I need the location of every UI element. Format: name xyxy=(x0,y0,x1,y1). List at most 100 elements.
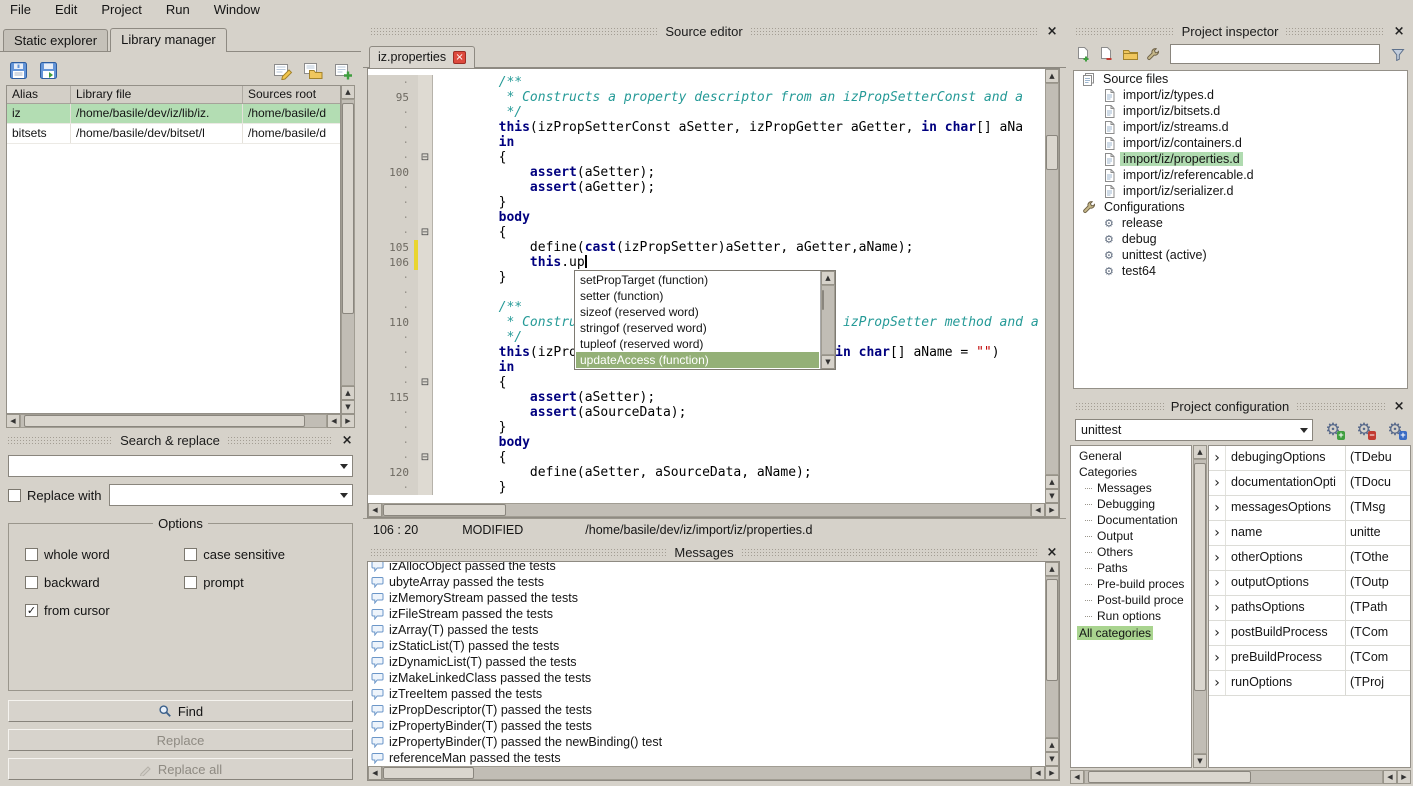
close-icon[interactable]: × xyxy=(1392,24,1406,39)
column-header[interactable]: Alias xyxy=(7,86,71,103)
tab-library-manager[interactable]: Library manager xyxy=(110,28,227,52)
expand-icon[interactable]: › xyxy=(1209,446,1226,470)
add-source-button[interactable] xyxy=(1074,45,1093,64)
add-folder-button[interactable] xyxy=(1120,45,1139,64)
message-item[interactable]: izTreeItem passed the tests xyxy=(371,686,1045,702)
property-value[interactable]: (TProj xyxy=(1346,671,1410,695)
column-header[interactable]: Library file xyxy=(71,86,243,103)
category-item[interactable]: Others xyxy=(1071,544,1191,560)
tree-item[interactable]: import/iz/containers.d xyxy=(1074,135,1407,151)
tree-item[interactable]: ⚙unittest (active) xyxy=(1074,247,1407,263)
project-tools-button[interactable] xyxy=(1143,45,1162,64)
fold-marker[interactable]: ⊟ xyxy=(418,375,433,390)
inspector-filter-input[interactable] xyxy=(1170,44,1380,64)
completion-item[interactable]: tupleof (reserved word) xyxy=(576,336,819,352)
close-icon[interactable]: × xyxy=(1392,399,1406,414)
property-value[interactable]: (TOthe xyxy=(1346,546,1410,570)
tree-item[interactable]: import/iz/properties.d xyxy=(1074,151,1407,167)
message-item[interactable]: izPropDescriptor(T) passed the tests xyxy=(371,702,1045,718)
option-whole-word[interactable]: whole word xyxy=(25,547,184,562)
message-item[interactable]: izMakeLinkedClass passed the tests xyxy=(371,670,1045,686)
library-row[interactable]: iz/home/basile/dev/iz/lib/iz./home/basil… xyxy=(7,104,340,124)
option-from-cursor[interactable]: ✓from cursor xyxy=(25,603,184,618)
filter-icon[interactable] xyxy=(1388,45,1407,64)
option-backward[interactable]: backward xyxy=(25,575,184,590)
property-value[interactable]: unitte xyxy=(1346,521,1410,545)
completion-item[interactable]: setPropTarget (function) xyxy=(576,272,819,288)
property-value[interactable]: (TPath xyxy=(1346,596,1410,620)
category-item[interactable]: Categories xyxy=(1071,464,1191,480)
save-libraries-button[interactable] xyxy=(6,58,30,82)
configuration-hscrollbar[interactable]: ◀ ◀ ▶ xyxy=(1070,770,1411,784)
combo-arrow-icon[interactable] xyxy=(1296,423,1312,437)
completion-item[interactable]: updateAccess (function) xyxy=(576,352,819,368)
code-editor[interactable]: · /**95 * Constructs a property descript… xyxy=(367,68,1060,518)
library-row[interactable]: bitsets/home/basile/dev/bitset/l/home/ba… xyxy=(7,124,340,144)
message-item[interactable]: izStaticList(T) passed the tests xyxy=(371,638,1045,654)
messages-hscrollbar[interactable]: ◀ ◀ ▶ xyxy=(368,766,1059,780)
close-icon[interactable]: × xyxy=(1045,24,1059,39)
property-value[interactable]: (TOutp xyxy=(1346,571,1410,595)
editor-vscrollbar[interactable]: ▲ ▲ ▼ xyxy=(1045,69,1059,503)
category-item[interactable]: Pre-build proces xyxy=(1071,576,1191,592)
completion-item[interactable]: setter (function) xyxy=(576,288,819,304)
editor-hscrollbar[interactable]: ◀ ◀ ▶ xyxy=(368,503,1059,517)
category-item[interactable]: Output xyxy=(1071,528,1191,544)
message-item[interactable]: ubyteArray passed the tests xyxy=(371,574,1045,590)
expand-icon[interactable]: › xyxy=(1209,646,1226,670)
property-value[interactable]: (TDebu xyxy=(1346,446,1410,470)
column-header[interactable]: Sources root xyxy=(243,86,340,103)
category-item[interactable]: Debugging xyxy=(1071,496,1191,512)
menu-window[interactable]: Window xyxy=(214,2,260,17)
tree-item[interactable]: Source files xyxy=(1074,71,1407,87)
message-item[interactable]: izMemoryStream passed the tests xyxy=(371,590,1045,606)
menu-edit[interactable]: Edit xyxy=(55,2,77,17)
property-value[interactable]: (TDocu xyxy=(1346,471,1410,495)
tree-item[interactable]: Configurations xyxy=(1074,199,1407,215)
editor-tab[interactable]: iz.properties × xyxy=(369,46,475,68)
category-item[interactable]: Run options xyxy=(1071,608,1191,624)
combo-arrow-icon[interactable] xyxy=(336,488,352,502)
message-item[interactable]: izArray(T) passed the tests xyxy=(371,622,1045,638)
library-table-vscrollbar[interactable]: ▲ ▲ ▼ xyxy=(341,85,355,414)
category-vscrollbar[interactable]: ▲ ▼ xyxy=(1193,445,1207,768)
menu-file[interactable]: File xyxy=(10,2,31,17)
tree-item[interactable]: import/iz/serializer.d xyxy=(1074,183,1407,199)
menu-run[interactable]: Run xyxy=(166,2,190,17)
tree-item[interactable]: import/iz/referencable.d xyxy=(1074,167,1407,183)
message-item[interactable]: izAllocObject passed the tests xyxy=(371,562,1045,574)
find-button[interactable]: Find xyxy=(8,700,353,722)
property-value[interactable]: (TCom xyxy=(1346,621,1410,645)
library-from-folder-button[interactable] xyxy=(301,58,325,82)
close-icon[interactable]: × xyxy=(340,433,354,448)
message-item[interactable]: referenceMan passed the tests xyxy=(371,750,1045,766)
category-item[interactable]: Paths xyxy=(1071,560,1191,576)
completion-scrollbar[interactable]: ▲ ▼ xyxy=(820,271,835,369)
expand-icon[interactable]: › xyxy=(1209,546,1226,570)
tree-item[interactable]: ⚙release xyxy=(1074,215,1407,231)
fold-marker[interactable]: ⊟ xyxy=(418,225,433,240)
fold-marker[interactable]: ⊟ xyxy=(418,450,433,465)
tree-item[interactable]: ⚙test64 xyxy=(1074,263,1407,279)
library-table-hscrollbar[interactable]: ◀ ◀ ▶ xyxy=(6,414,355,428)
expand-icon[interactable]: › xyxy=(1209,596,1226,620)
tab-static-explorer[interactable]: Static explorer xyxy=(3,29,108,51)
remove-source-button[interactable] xyxy=(1097,45,1116,64)
expand-icon[interactable]: › xyxy=(1209,621,1226,645)
expand-icon[interactable]: › xyxy=(1209,571,1226,595)
option-case-sensitive[interactable]: case sensitive xyxy=(184,547,336,562)
category-tree[interactable]: GeneralCategoriesMessagesDebuggingDocume… xyxy=(1070,445,1192,768)
category-item[interactable]: Documentation xyxy=(1071,512,1191,528)
replace-term-combo[interactable] xyxy=(109,484,353,506)
completion-item[interactable]: sizeof (reserved word) xyxy=(576,304,819,320)
expand-icon[interactable]: › xyxy=(1209,496,1226,520)
edit-library-button[interactable] xyxy=(271,58,295,82)
close-icon[interactable]: × xyxy=(1045,545,1059,560)
messages-vscrollbar[interactable]: ▲ ▲ ▼ xyxy=(1045,562,1059,766)
search-term-combo[interactable] xyxy=(8,455,353,477)
expand-icon[interactable]: › xyxy=(1209,471,1226,495)
property-value[interactable]: (TCom xyxy=(1346,646,1410,670)
expand-icon[interactable]: › xyxy=(1209,521,1226,545)
property-value[interactable]: (TMsg xyxy=(1346,496,1410,520)
reload-libraries-button[interactable] xyxy=(36,58,60,82)
